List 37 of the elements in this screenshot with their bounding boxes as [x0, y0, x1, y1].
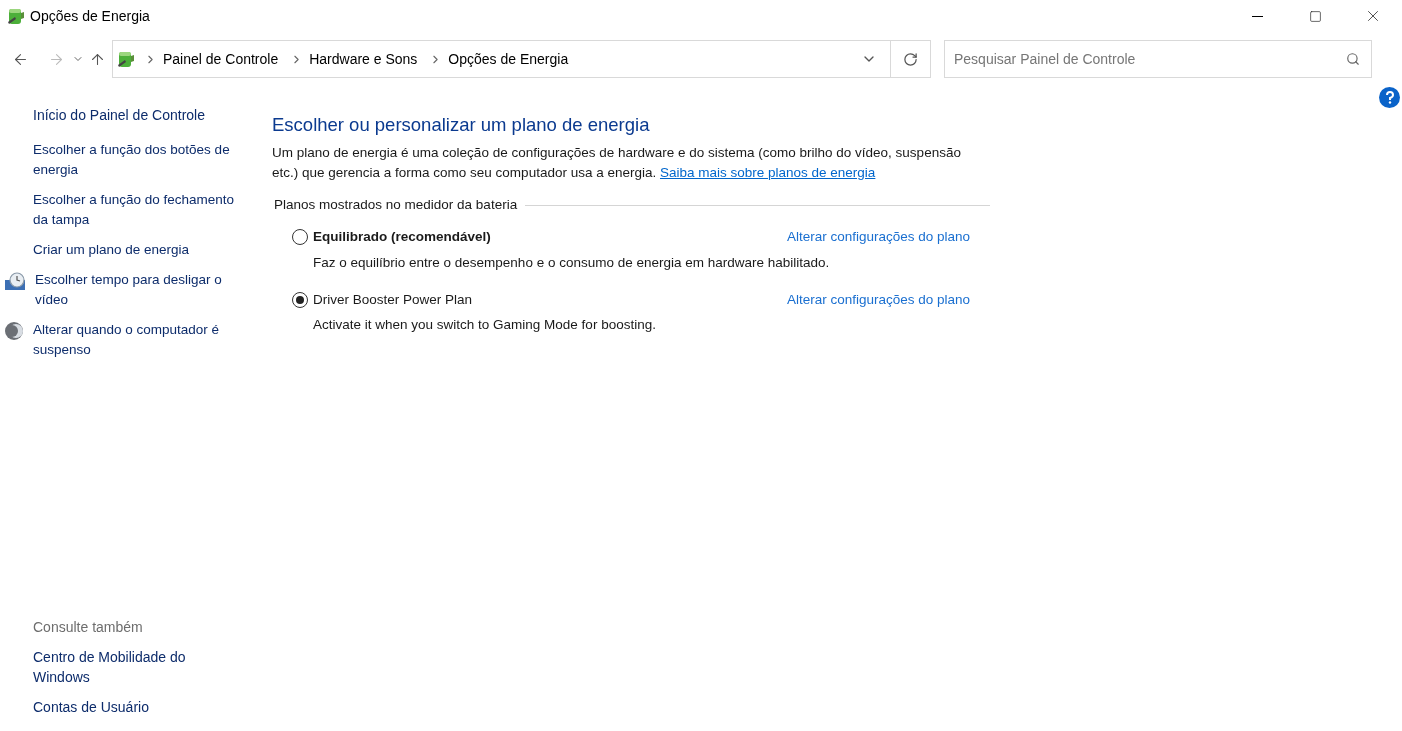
sidebar-link[interactable]: Contas de Usuário: [33, 697, 223, 717]
see-also-heading: Consulte também: [33, 618, 144, 637]
moon-icon: [4, 321, 24, 341]
search-icon: [1346, 52, 1360, 66]
sidebar-link[interactable]: Alterar quando o computador é suspenso: [33, 320, 238, 360]
battery-icon: [116, 49, 136, 69]
sidebar-link[interactable]: Criar um plano de energia: [33, 240, 238, 260]
help-button[interactable]: [1379, 87, 1400, 108]
sidebar-link[interactable]: Escolher a função do fechamento da tampa: [33, 190, 238, 230]
plan-name[interactable]: Equilibrado (recomendável): [313, 227, 491, 248]
change-plan-settings-link[interactable]: Alterar configurações do plano: [786, 227, 970, 248]
group-title: Planos mostrados no medidor da bateria: [274, 196, 518, 214]
radio-button[interactable]: [292, 229, 308, 246]
minimize-icon: [1251, 15, 1263, 17]
breadcrumb-item[interactable]: Painel de Controle: [163, 48, 279, 70]
address-bar[interactable]: Painel de Controle Hardware e Sons Opções de Energia: [112, 40, 931, 78]
page-heading: Escolher ou personalizar um plano de energia: [272, 113, 651, 137]
maximize-icon: [1308, 9, 1322, 23]
window-title: Opções de Energia: [30, 6, 150, 26]
search-field[interactable]: Pesquisar Painel de Controle: [944, 40, 1372, 78]
sidebar-link[interactable]: Início do Painel de Controle: [33, 105, 248, 125]
plan-description: Faz o equilíbrio entre o desempenho e o consumo de energia em hardware habilitado.: [313, 253, 831, 272]
question-icon: [1384, 91, 1395, 104]
breadcrumb-item[interactable]: Opções de Energia: [448, 48, 569, 70]
breadcrumb-item[interactable]: Hardware e Sons: [309, 48, 418, 70]
plan-description: Activate it when you switch to Gaming Mode for boosting.: [313, 316, 657, 334]
learn-more-link[interactable]: Saiba mais sobre planos de energia: [660, 165, 876, 180]
sidebar-link[interactable]: Centro de Mobilidade do Windows: [33, 647, 223, 687]
clock-monitor-icon: [4, 271, 26, 291]
change-plan-settings-link[interactable]: Alterar configurações do plano: [786, 289, 970, 310]
sidebar-link[interactable]: Escolher tempo para desligar o vídeo: [35, 270, 240, 310]
sidebar-link[interactable]: Escolher a função dos botões de energia: [33, 140, 238, 180]
description-text: Um plano de energia é uma coleção de configurações de hardware e do sistema (como brilho do vídeo, suspensão etc.) que gerencia a forma como seu computador usa a energia. Saiba mais sobre planos de energia: [272, 144, 962, 182]
radio-button[interactable]: [292, 291, 308, 308]
plan-name[interactable]: Driver Booster Power Plan: [313, 289, 473, 310]
refresh-icon: [903, 51, 918, 67]
battery-icon: [6, 6, 26, 26]
